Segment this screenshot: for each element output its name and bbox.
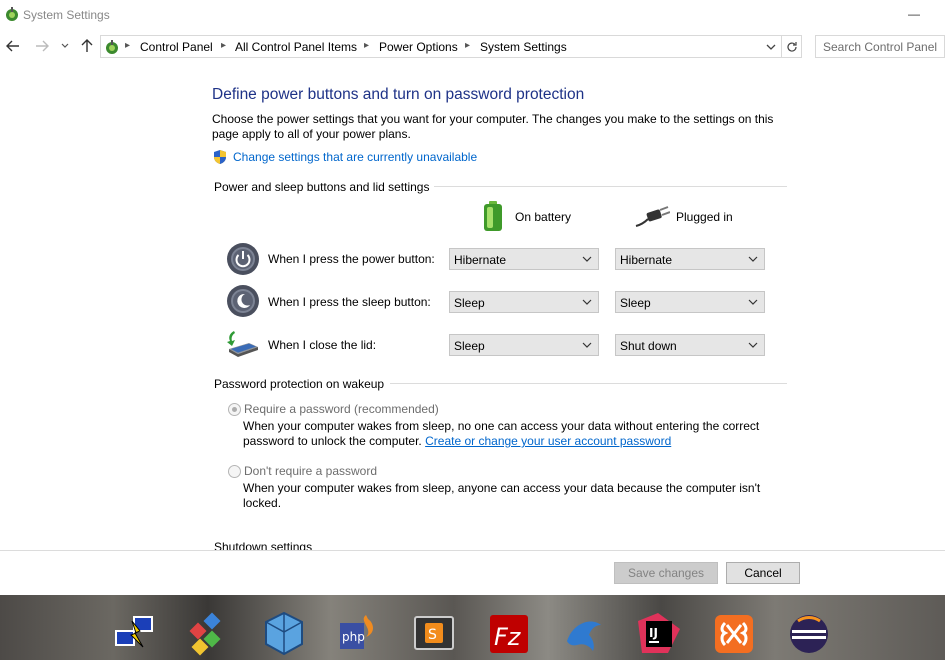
filezilla-app-icon[interactable]: Fz xyxy=(486,611,532,657)
breadcrumb-all-items[interactable]: All Control Panel Items xyxy=(235,40,357,54)
footer-bar: Save changes Cancel xyxy=(0,550,945,595)
network-app-icon[interactable] xyxy=(112,611,158,657)
chevron-down-icon xyxy=(748,342,758,348)
breadcrumb-separator-icon: ▸ xyxy=(364,40,370,51)
uac-shield-icon xyxy=(214,150,226,164)
power-button-plugged-select[interactable]: Hibernate xyxy=(615,248,765,270)
page-title: Define power buttons and turn on passwor… xyxy=(212,86,585,103)
breadcrumb-control-panel[interactable]: Control Panel xyxy=(140,40,213,54)
breadcrumb-system-settings[interactable]: System Settings xyxy=(480,40,567,54)
intellij-idea-app-icon[interactable]: IJ xyxy=(636,611,682,657)
control-panel-icon xyxy=(106,40,118,54)
back-arrow-icon xyxy=(6,40,19,52)
page-description: Choose the power settings that you want … xyxy=(212,112,774,141)
power-button-battery-select[interactable]: Hibernate xyxy=(449,248,599,270)
close-lid-battery-select[interactable]: Sleep xyxy=(449,334,599,356)
minimize-button[interactable]: — xyxy=(904,6,924,22)
navigation-bar: ▸ Control Panel ▸ All Control Panel Item… xyxy=(0,34,945,60)
forward-button[interactable] xyxy=(33,37,51,55)
select-value: Sleep xyxy=(620,296,651,310)
chevron-down-icon xyxy=(582,342,592,348)
breadcrumb-separator-icon: ▸ xyxy=(465,40,471,51)
chevron-down-icon xyxy=(582,256,592,262)
close-lid-plugged-select[interactable]: Shut down xyxy=(615,334,765,356)
taskbar: php S Fz IJ xyxy=(0,595,945,660)
title-bar: System Settings — xyxy=(0,0,945,32)
breadcrumb-separator-icon: ▸ xyxy=(125,40,131,51)
phpstorm-app-icon[interactable]: php xyxy=(336,611,382,657)
refresh-icon xyxy=(786,41,797,52)
address-bar[interactable]: ▸ Control Panel ▸ All Control Panel Item… xyxy=(100,35,782,58)
no-password-label: Don't require a password xyxy=(244,464,378,478)
shutdown-group-title: Shutdown settings xyxy=(214,540,313,550)
select-value: Sleep xyxy=(454,296,485,310)
chevron-down-icon[interactable] xyxy=(765,42,777,52)
power-options-icon xyxy=(6,7,18,21)
back-button[interactable] xyxy=(4,37,22,55)
battery-icon xyxy=(484,201,502,231)
chevron-down-icon xyxy=(748,256,758,262)
divider xyxy=(434,186,787,187)
divider xyxy=(390,383,787,384)
close-lid-label: When I close the lid: xyxy=(268,338,377,352)
svg-text:S: S xyxy=(428,627,437,643)
system-settings-window: System Settings — ▸ Control Panel ▸ All … xyxy=(0,0,945,595)
sleep-button-battery-select[interactable]: Sleep xyxy=(449,291,599,313)
power-button-icon xyxy=(227,243,259,275)
search-input[interactable]: Search Control Panel xyxy=(815,35,945,58)
no-password-description: When your computer wakes from sleep, any… xyxy=(243,481,761,510)
virtualbox-app-icon[interactable] xyxy=(261,611,307,657)
svg-text:Fz: Fz xyxy=(494,623,522,651)
chevron-down-icon xyxy=(748,299,758,305)
svg-text:php: php xyxy=(342,630,365,644)
power-button-label: When I press the power button: xyxy=(268,252,435,266)
main-content: Define power buttons and turn on passwor… xyxy=(0,62,945,550)
no-password-radio[interactable] xyxy=(228,465,241,478)
require-password-label: Require a password (recommended) xyxy=(244,402,439,416)
change-settings-link[interactable]: Change settings that are currently unava… xyxy=(233,150,477,164)
eclipse-app-icon[interactable] xyxy=(786,611,832,657)
up-button[interactable] xyxy=(78,37,96,55)
breadcrumb-power-options[interactable]: Power Options xyxy=(379,40,458,54)
sublime-text-app-icon[interactable]: S xyxy=(411,611,457,657)
sleep-button-plugged-select[interactable]: Sleep xyxy=(615,291,765,313)
plugged-in-label: Plugged in xyxy=(676,210,733,224)
forward-arrow-icon xyxy=(36,40,49,52)
require-password-description: When your computer wakes from sleep, no … xyxy=(243,419,783,449)
chevron-down-icon xyxy=(61,43,69,48)
power-group-title: Power and sleep buttons and lid settings xyxy=(214,180,430,194)
power-plug-icon xyxy=(635,206,670,227)
recent-locations-button[interactable] xyxy=(58,37,72,55)
chevron-down-icon xyxy=(582,299,592,305)
on-battery-label: On battery xyxy=(515,210,572,224)
select-value: Shut down xyxy=(620,339,677,353)
sleep-button-icon xyxy=(227,285,259,317)
select-value: Sleep xyxy=(454,339,485,353)
xampp-app-icon[interactable] xyxy=(711,611,757,657)
mysql-workbench-app-icon[interactable] xyxy=(561,611,607,657)
up-arrow-icon xyxy=(81,39,93,52)
refresh-button[interactable] xyxy=(782,35,802,58)
require-password-radio[interactable] xyxy=(228,403,241,416)
laptop-lid-icon xyxy=(227,331,258,357)
cancel-button[interactable]: Cancel xyxy=(726,562,800,584)
sleep-button-label: When I press the sleep button: xyxy=(268,295,431,309)
save-changes-button[interactable]: Save changes xyxy=(614,562,718,584)
create-password-link[interactable]: Create or change your user account passw… xyxy=(425,434,671,448)
window-title: System Settings xyxy=(23,8,110,22)
select-value: Hibernate xyxy=(620,253,673,267)
breadcrumb-separator-icon: ▸ xyxy=(221,40,227,51)
password-group-title: Password protection on wakeup xyxy=(214,377,385,391)
control-panel-app-icon[interactable] xyxy=(186,611,232,657)
svg-text:IJ: IJ xyxy=(649,626,658,640)
select-value: Hibernate xyxy=(454,253,507,267)
